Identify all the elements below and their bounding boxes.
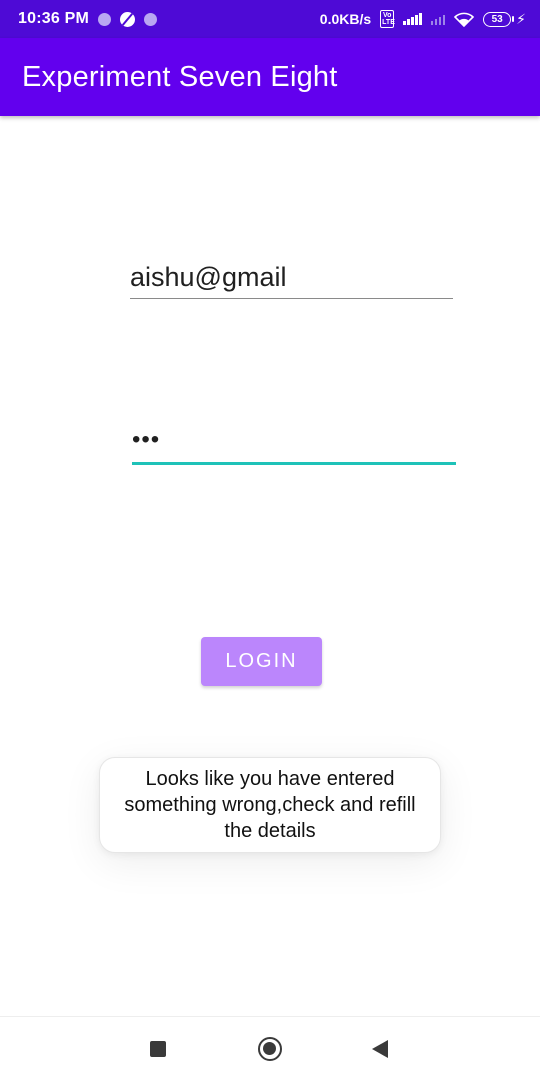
wifi-icon [454, 12, 475, 27]
signal-noservice-icon [430, 13, 446, 25]
password-field[interactable]: ••• [132, 425, 456, 465]
status-bar: 10:36 PM 0.0KB/s Vo LTE 53 ⚡ [0, 0, 540, 38]
recents-icon[interactable] [150, 1041, 166, 1057]
signal-icon [403, 13, 422, 25]
status-left: 10:36 PM [18, 10, 157, 28]
app-bar: Experiment Seven Eight [0, 38, 540, 116]
battery-level: 53 [483, 11, 512, 27]
battery-icon: 53 ⚡ [483, 11, 526, 28]
toast: Looks like you have entered something wr… [99, 757, 441, 853]
toast-message: Looks like you have entered something wr… [124, 768, 416, 842]
notification-dot-icon [143, 12, 157, 26]
notification-dot-icon [97, 12, 111, 26]
status-time: 10:36 PM [18, 10, 89, 27]
back-icon[interactable] [372, 1040, 388, 1058]
email-field[interactable]: aishu@gmail [130, 258, 453, 299]
network-speed: 0.0KB/s [319, 11, 372, 27]
circle-slash-icon [119, 11, 135, 27]
status-right: 0.0KB/s Vo LTE 53 ⚡ [320, 10, 526, 28]
charging-bolt-icon: ⚡ [516, 10, 526, 27]
nav-bar [0, 1016, 540, 1080]
home-icon[interactable] [258, 1037, 282, 1061]
app-title: Experiment Seven Eight [22, 60, 338, 93]
login-button[interactable]: LOGIN [201, 637, 322, 686]
volte-icon: Vo LTE [380, 10, 395, 28]
